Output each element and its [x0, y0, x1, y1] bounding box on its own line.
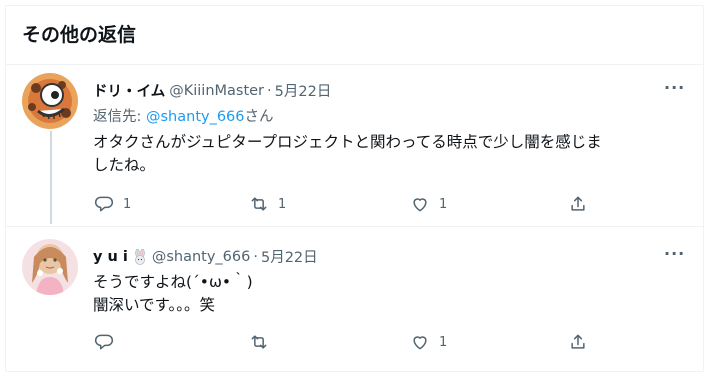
- tweet-text-line: オタクさんがジュピタープロジェクトと関わってる時点で少し闇を感じま: [93, 133, 602, 151]
- share-icon: [571, 334, 585, 349]
- retweet-icon: [251, 335, 267, 349]
- thread-connector: [50, 131, 52, 224]
- reply-to-line: 返信先: @shanty_666さん: [93, 105, 274, 126]
- tweet-text-line: そうですよね(´•ω•｀): [93, 273, 253, 291]
- rabbit-emoji-icon: [132, 248, 148, 265]
- display-name[interactable]: ドリ・イム: [93, 80, 165, 101]
- section-divider: [6, 64, 704, 65]
- tweet-text: そうですよね(´•ω•｀) 闇深いです。。。笑: [93, 271, 693, 317]
- tweet-date[interactable]: 5月22日: [261, 246, 318, 267]
- separator-dot: ·: [253, 248, 258, 265]
- more-icon[interactable]: ···: [664, 78, 685, 97]
- tweet-text: オタクさんがジュピタープロジェクトと関わってる時点で少し闇を感じま したね。: [93, 131, 693, 177]
- tweet-date[interactable]: 5月22日: [275, 80, 332, 101]
- section-title: その他の返信: [22, 24, 137, 46]
- reply-to-prefix: 返信先:: [93, 109, 146, 125]
- like-button[interactable]: 1: [410, 332, 447, 352]
- reply-to-mention[interactable]: @shanty_666: [146, 109, 245, 125]
- more-icon[interactable]: ···: [664, 244, 685, 263]
- display-name[interactable]: y u i: [93, 249, 128, 265]
- tweet-header: ドリ・イム @KiiinMaster · 5月22日: [93, 80, 331, 101]
- user-handle[interactable]: @shanty_666: [152, 249, 251, 265]
- reply-to-suffix: さん: [244, 109, 274, 125]
- reply-count: 1: [123, 196, 132, 212]
- reply-button[interactable]: 1: [94, 194, 131, 214]
- tweet-header: y u i @shanty_666 · 5月22日: [93, 246, 318, 267]
- avatar-image: [22, 239, 78, 295]
- reply-button[interactable]: [94, 332, 123, 352]
- retweet-icon: [251, 197, 267, 211]
- heart-icon: [413, 336, 427, 350]
- like-button[interactable]: 1: [410, 194, 447, 214]
- tweet-text-line: したね。: [93, 156, 156, 174]
- separator-dot: ·: [267, 82, 272, 99]
- heart-icon: [413, 198, 427, 212]
- like-count: 1: [439, 334, 448, 350]
- reply-icon: [94, 334, 114, 350]
- retweet-count: 1: [278, 196, 287, 212]
- reply-icon: [94, 196, 114, 212]
- tweet-text-line: 闇深いです。。。笑: [93, 296, 215, 314]
- avatar-image: [22, 73, 78, 129]
- avatar[interactable]: [22, 73, 78, 129]
- retweet-button[interactable]: 1: [249, 194, 286, 214]
- like-count: 1: [439, 196, 448, 212]
- user-handle[interactable]: @KiiinMaster: [169, 83, 264, 99]
- share-icon: [571, 196, 585, 211]
- share-button[interactable]: [568, 194, 588, 214]
- retweet-button[interactable]: [249, 332, 278, 352]
- share-button[interactable]: [568, 332, 588, 352]
- tweet-divider: [6, 226, 704, 227]
- avatar[interactable]: [22, 239, 78, 295]
